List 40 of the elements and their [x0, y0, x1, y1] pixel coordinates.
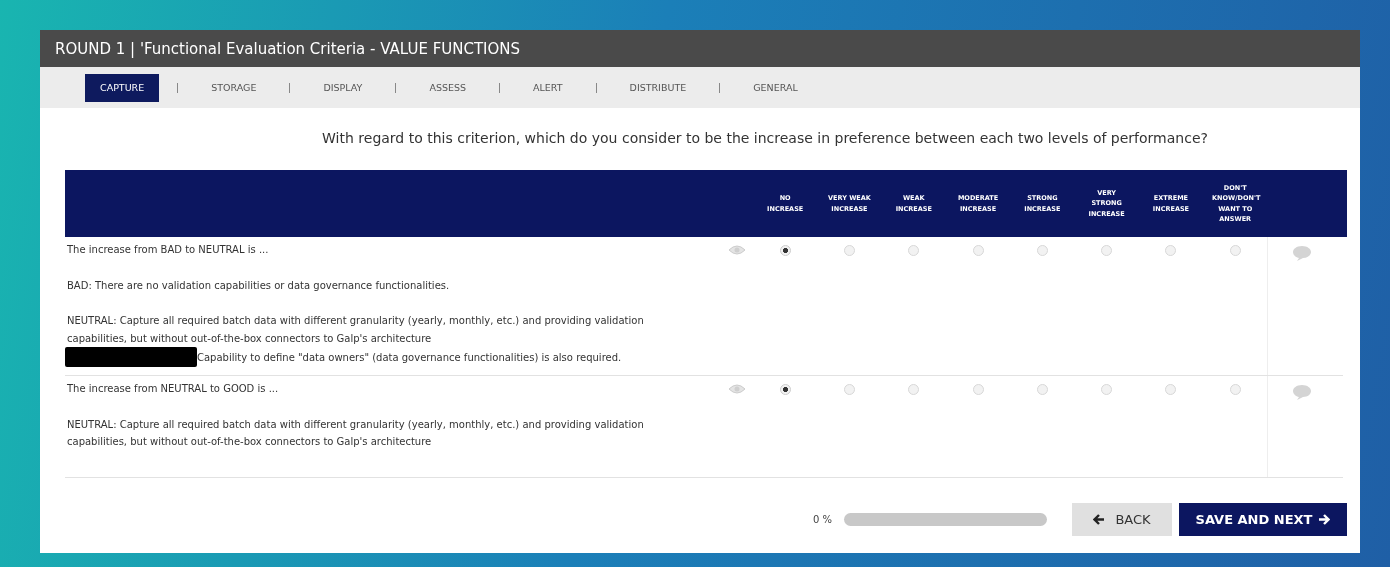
level-description: BAD: There are no validation capabilities or data governance functionalities.: [67, 278, 451, 293]
radio-button[interactable]: [1165, 384, 1177, 395]
save-and-next-button[interactable]: SAVE AND NEXT: [1179, 503, 1347, 536]
radio-button[interactable]: [908, 384, 920, 395]
question-text: With regard to this criterion, which do you consider to be the increase in preference between each two levels of performance?: [321, 129, 1209, 146]
level-description: NEUTRAL: Capture all required batch data with different granularity (yearly, monthly, etc.) and providing validation capabilities, but without out-of-the-box connectors to Galp's architecture: [67, 417, 645, 449]
radio-button[interactable]: [843, 384, 855, 395]
radio-button[interactable]: [908, 245, 920, 256]
tab[interactable]: DISTRIBUTE: [614, 73, 702, 102]
level-description: Capability to define "data owners" (data governance functionalities) is also required.: [197, 352, 622, 363]
radio-button[interactable]: [1229, 245, 1241, 256]
radio-button[interactable]: [972, 384, 984, 395]
comment-icon[interactable]: [1292, 384, 1313, 400]
row-prompt: The increase from BAD to NEUTRAL is ...: [67, 243, 270, 257]
radio-button[interactable]: [1101, 245, 1113, 256]
back-button[interactable]: BACK: [1072, 503, 1172, 536]
radio-button[interactable]: [779, 384, 791, 395]
right-arrow-icon: [1318, 514, 1331, 525]
level-description: NEUTRAL: Capture all required batch data with different granularity (yearly, monthly, etc.) and providing validation capabilities, but without out-of-the-box connectors to Galp's architecture: [67, 314, 645, 346]
radio-button[interactable]: [843, 245, 855, 256]
radio-button[interactable]: [1165, 245, 1177, 256]
radio-button[interactable]: [1036, 384, 1048, 395]
radio-button[interactable]: [779, 245, 791, 256]
radio-button[interactable]: [1101, 384, 1113, 395]
radio-button[interactable]: [1036, 245, 1048, 256]
tab[interactable]: ASSESS: [414, 73, 482, 102]
tab[interactable]: CAPTURE: [85, 73, 160, 102]
tab[interactable]: DISPLAY: [308, 73, 378, 102]
left-arrow-icon: [1093, 514, 1106, 525]
row-prompt: The increase from NEUTRAL to GOOD is ...: [67, 382, 280, 396]
radio-button[interactable]: [1229, 384, 1241, 395]
window-title: ROUND 1 | 'Functional Evaluation Criteria - VALUE FUNCTIONS: [55, 39, 521, 58]
radio-button[interactable]: [972, 245, 984, 256]
eye-icon[interactable]: [727, 245, 746, 255]
tab[interactable]: GENERAL: [738, 73, 813, 102]
tab[interactable]: ALERT: [518, 73, 578, 102]
eye-icon[interactable]: [727, 384, 746, 394]
tab[interactable]: STORAGE: [196, 73, 272, 102]
progress-reading: 0 %: [812, 514, 832, 525]
comment-icon[interactable]: [1292, 245, 1313, 261]
